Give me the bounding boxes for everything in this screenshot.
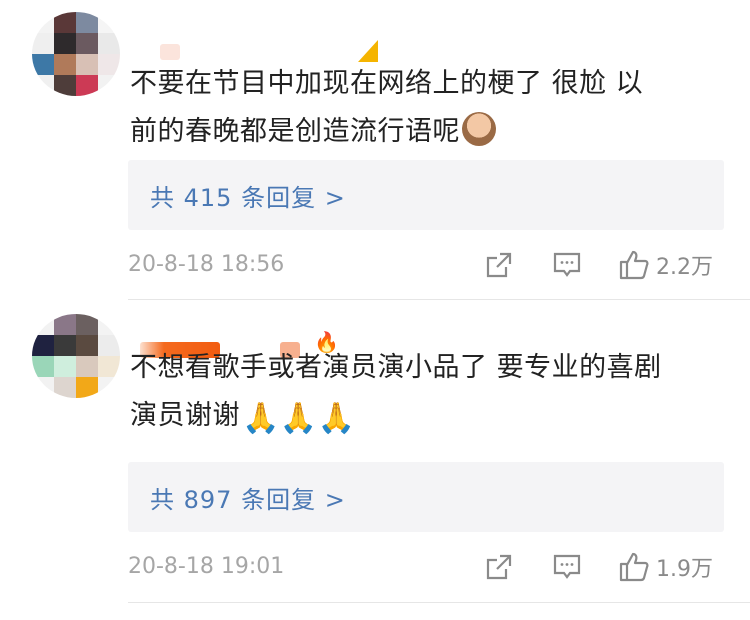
share-icon [486, 252, 512, 278]
comment-meta: 20-8-18 19:01 1.9万 [128, 548, 724, 588]
like-button[interactable]: 1.9万 [618, 550, 713, 584]
replies-count-label: 共 415 条回复 > [150, 184, 346, 212]
avatar[interactable] [32, 314, 120, 398]
comment-item: 🔥 不想看歌手或者演员演小品了 要专业的喜剧 演员谢谢🙏🙏🙏 共 897 条回复 … [0, 300, 750, 603]
reply-button[interactable] [552, 550, 582, 584]
comment-text-line1: 不想看歌手或者演员演小品了 要专业的喜剧 [130, 352, 662, 383]
replies-count-label: 共 897 条回复 > [150, 486, 346, 514]
view-replies-button[interactable]: 共 897 条回复 > [128, 462, 724, 532]
view-replies-button[interactable]: 共 415 条回复 > [128, 160, 724, 230]
user-badge-icon [358, 40, 378, 62]
comment-text: 不想看歌手或者演员演小品了 要专业的喜剧 演员谢谢🙏🙏🙏 [130, 344, 720, 440]
comment-text-line2: 演员谢谢 [130, 400, 240, 431]
comment-text-line1: 不要在节目中加现在网络上的梗了 很尬 以 [130, 68, 644, 99]
comment-icon [553, 554, 581, 579]
thumbs-up-icon [619, 250, 649, 280]
timestamp: 20-8-18 18:56 [128, 252, 285, 277]
share-button[interactable] [484, 550, 514, 584]
comment-icon [553, 252, 581, 277]
comment-text: 不要在节目中加现在网络上的梗了 很尬 以前的春晚都是创造流行语呢 [130, 60, 720, 156]
reply-button[interactable] [552, 248, 582, 282]
like-count: 2.2万 [656, 255, 713, 280]
thumbs-up-icon [619, 552, 649, 582]
comment-meta: 20-8-18 18:56 2.2万 [128, 246, 724, 286]
comment-item: 不要在节目中加现在网络上的梗了 很尬 以前的春晚都是创造流行语呢 共 415 条… [0, 0, 750, 300]
comment-text-line2: 前的春晚都是创造流行语呢 [130, 116, 460, 147]
see-no-evil-monkey-icon [462, 112, 496, 146]
share-icon [486, 554, 512, 580]
username[interactable] [160, 44, 180, 60]
avatar[interactable] [32, 12, 120, 96]
share-button[interactable] [484, 248, 514, 282]
like-button[interactable]: 2.2万 [618, 248, 713, 282]
divider [128, 602, 750, 603]
folded-hands-icon: 🙏🙏🙏 [242, 401, 356, 436]
like-count: 1.9万 [656, 557, 713, 582]
timestamp: 20-8-18 19:01 [128, 554, 285, 579]
